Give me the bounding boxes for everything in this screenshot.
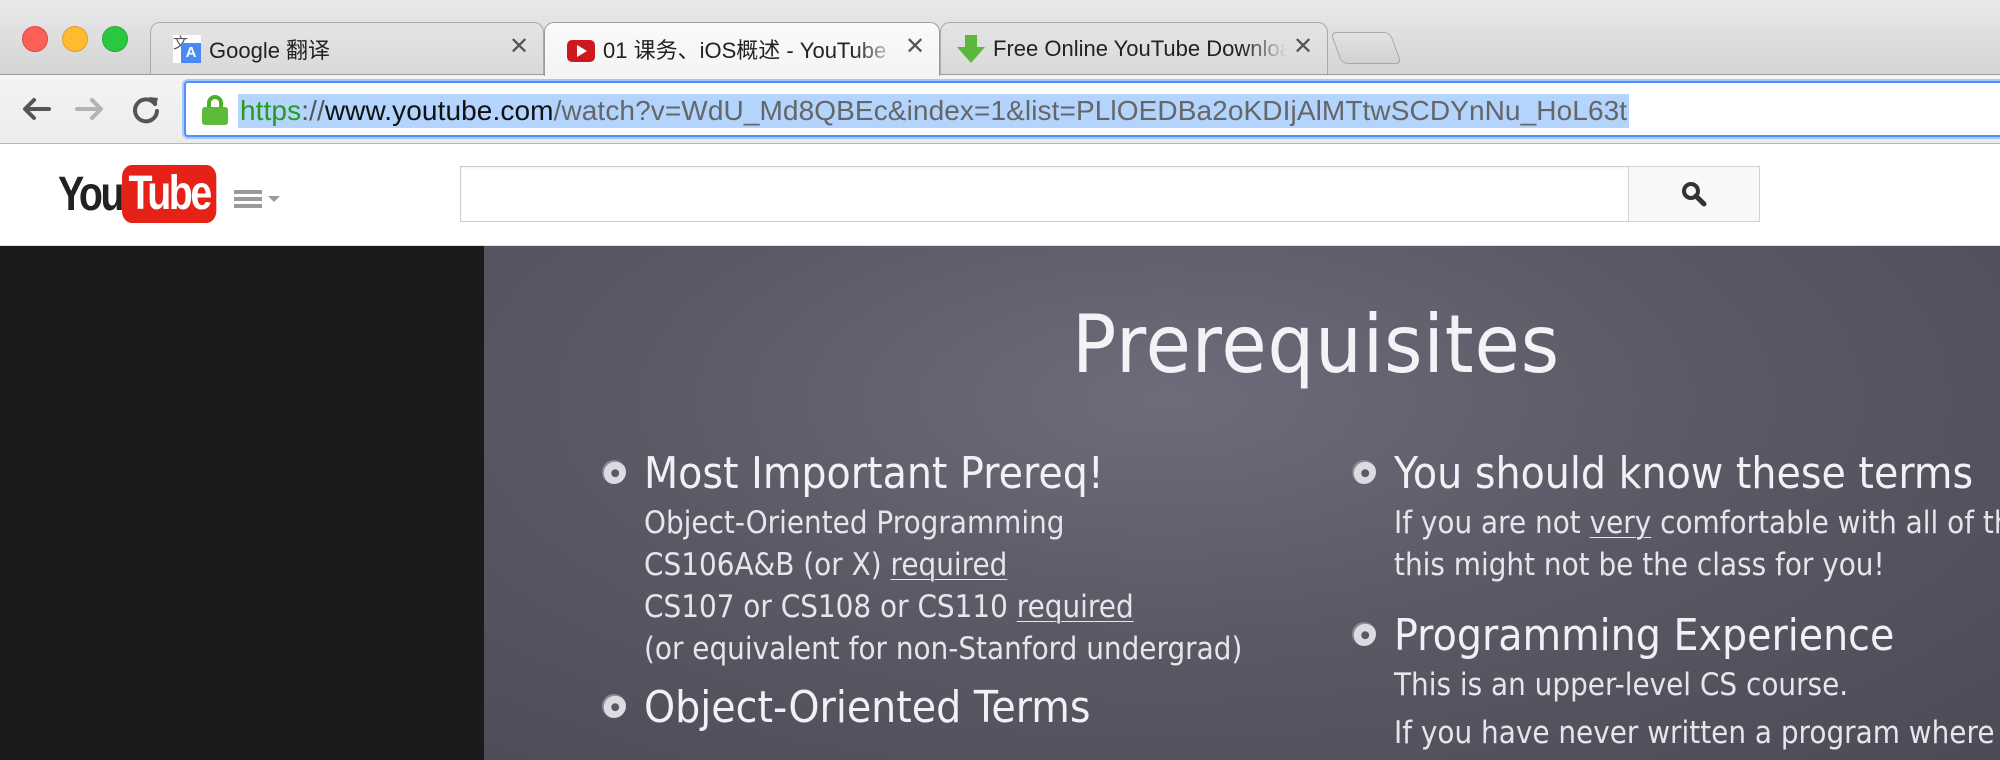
download-arrow-icon [957, 35, 985, 63]
window-minimize-button[interactable] [62, 26, 88, 52]
slide-bullet: Most Important Prereq! Object-Oriented P… [602, 446, 1309, 670]
video-player[interactable]: Prerequisites Most Important Prereq! Obj… [484, 246, 2000, 760]
youtube-icon [567, 39, 595, 62]
new-tab-button[interactable] [1330, 32, 1402, 64]
address-bar[interactable]: https://www.youtube.com/watch?v=WdU_Md8Q… [184, 81, 2000, 137]
tab-title: 01 课务、iOS概述 - YouTube [603, 38, 887, 63]
bullet-icon [1352, 460, 1376, 484]
tab-google-translate[interactable]: 文A Google 翻译 ✕ [150, 22, 544, 76]
search-input[interactable] [460, 166, 1630, 222]
chevron-down-icon [268, 196, 280, 202]
lecture-slide: Prerequisites Most Important Prereq! Obj… [484, 246, 2000, 760]
tab-close-icon[interactable]: ✕ [1291, 33, 1315, 60]
slide-title: Prerequisites [1072, 298, 1560, 391]
browser-toolbar: https://www.youtube.com/watch?v=WdU_Md8Q… [0, 74, 2000, 144]
youtube-logo[interactable]: You Tube [58, 164, 237, 224]
window-zoom-button[interactable] [102, 26, 128, 52]
bullet-icon [1352, 622, 1376, 646]
tab-title: Free Online YouTube Downloader [993, 36, 1287, 61]
url-text[interactable]: https://www.youtube.com/watch?v=WdU_Md8Q… [238, 94, 1630, 128]
tab-youtube-downloader[interactable]: Free Online YouTube Downloader ✕ [940, 22, 1328, 76]
dark-page-background [0, 246, 484, 760]
search-icon [1682, 182, 1707, 207]
slide-bullet: You should know these terms If you are n… [1352, 446, 2000, 586]
search-button[interactable] [1628, 166, 1760, 222]
bullet-icon [602, 694, 626, 718]
slide-bullet: Programming Experience This is an upper-… [1352, 608, 2000, 754]
tab-title: Google 翻译 [209, 38, 331, 63]
slide-left-column: Most Important Prereq! Object-Oriented P… [602, 446, 1309, 736]
slide-right-column: You should know these terms If you are n… [1352, 446, 2000, 754]
tab-youtube-video[interactable]: 01 课务、iOS概述 - YouTube ✕ [544, 22, 940, 76]
google-translate-icon: 文A [173, 35, 201, 63]
window-close-button[interactable] [22, 26, 48, 52]
reload-button[interactable] [126, 89, 166, 129]
bullet-icon [602, 460, 626, 484]
back-button[interactable] [16, 89, 56, 129]
browser-titlebar: 文A Google 翻译 ✕ 01 课务、iOS概述 - YouTube ✕ F… [0, 0, 2000, 76]
tab-close-icon[interactable]: ✕ [507, 33, 531, 60]
youtube-masthead: You Tube [0, 144, 2000, 246]
forward-button[interactable] [70, 89, 110, 129]
slide-bullet: Object-Oriented Terms [602, 680, 1309, 736]
reload-icon [133, 97, 159, 124]
lock-icon [202, 95, 228, 125]
back-arrow-icon [23, 98, 51, 120]
guide-menu-button[interactable] [234, 186, 284, 212]
forward-arrow-icon [75, 98, 103, 120]
tab-close-icon[interactable]: ✕ [903, 33, 927, 60]
